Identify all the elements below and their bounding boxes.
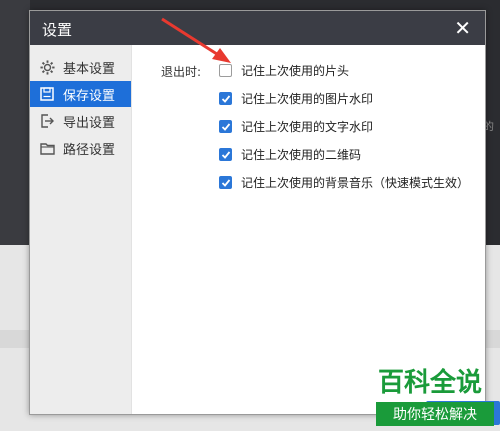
watermark-subtitle: 助你轻松解决 — [376, 402, 494, 426]
watermark-title: 百科全说 — [376, 368, 485, 398]
watermark-logo: 百科全说 助你轻松解决 — [368, 360, 500, 431]
